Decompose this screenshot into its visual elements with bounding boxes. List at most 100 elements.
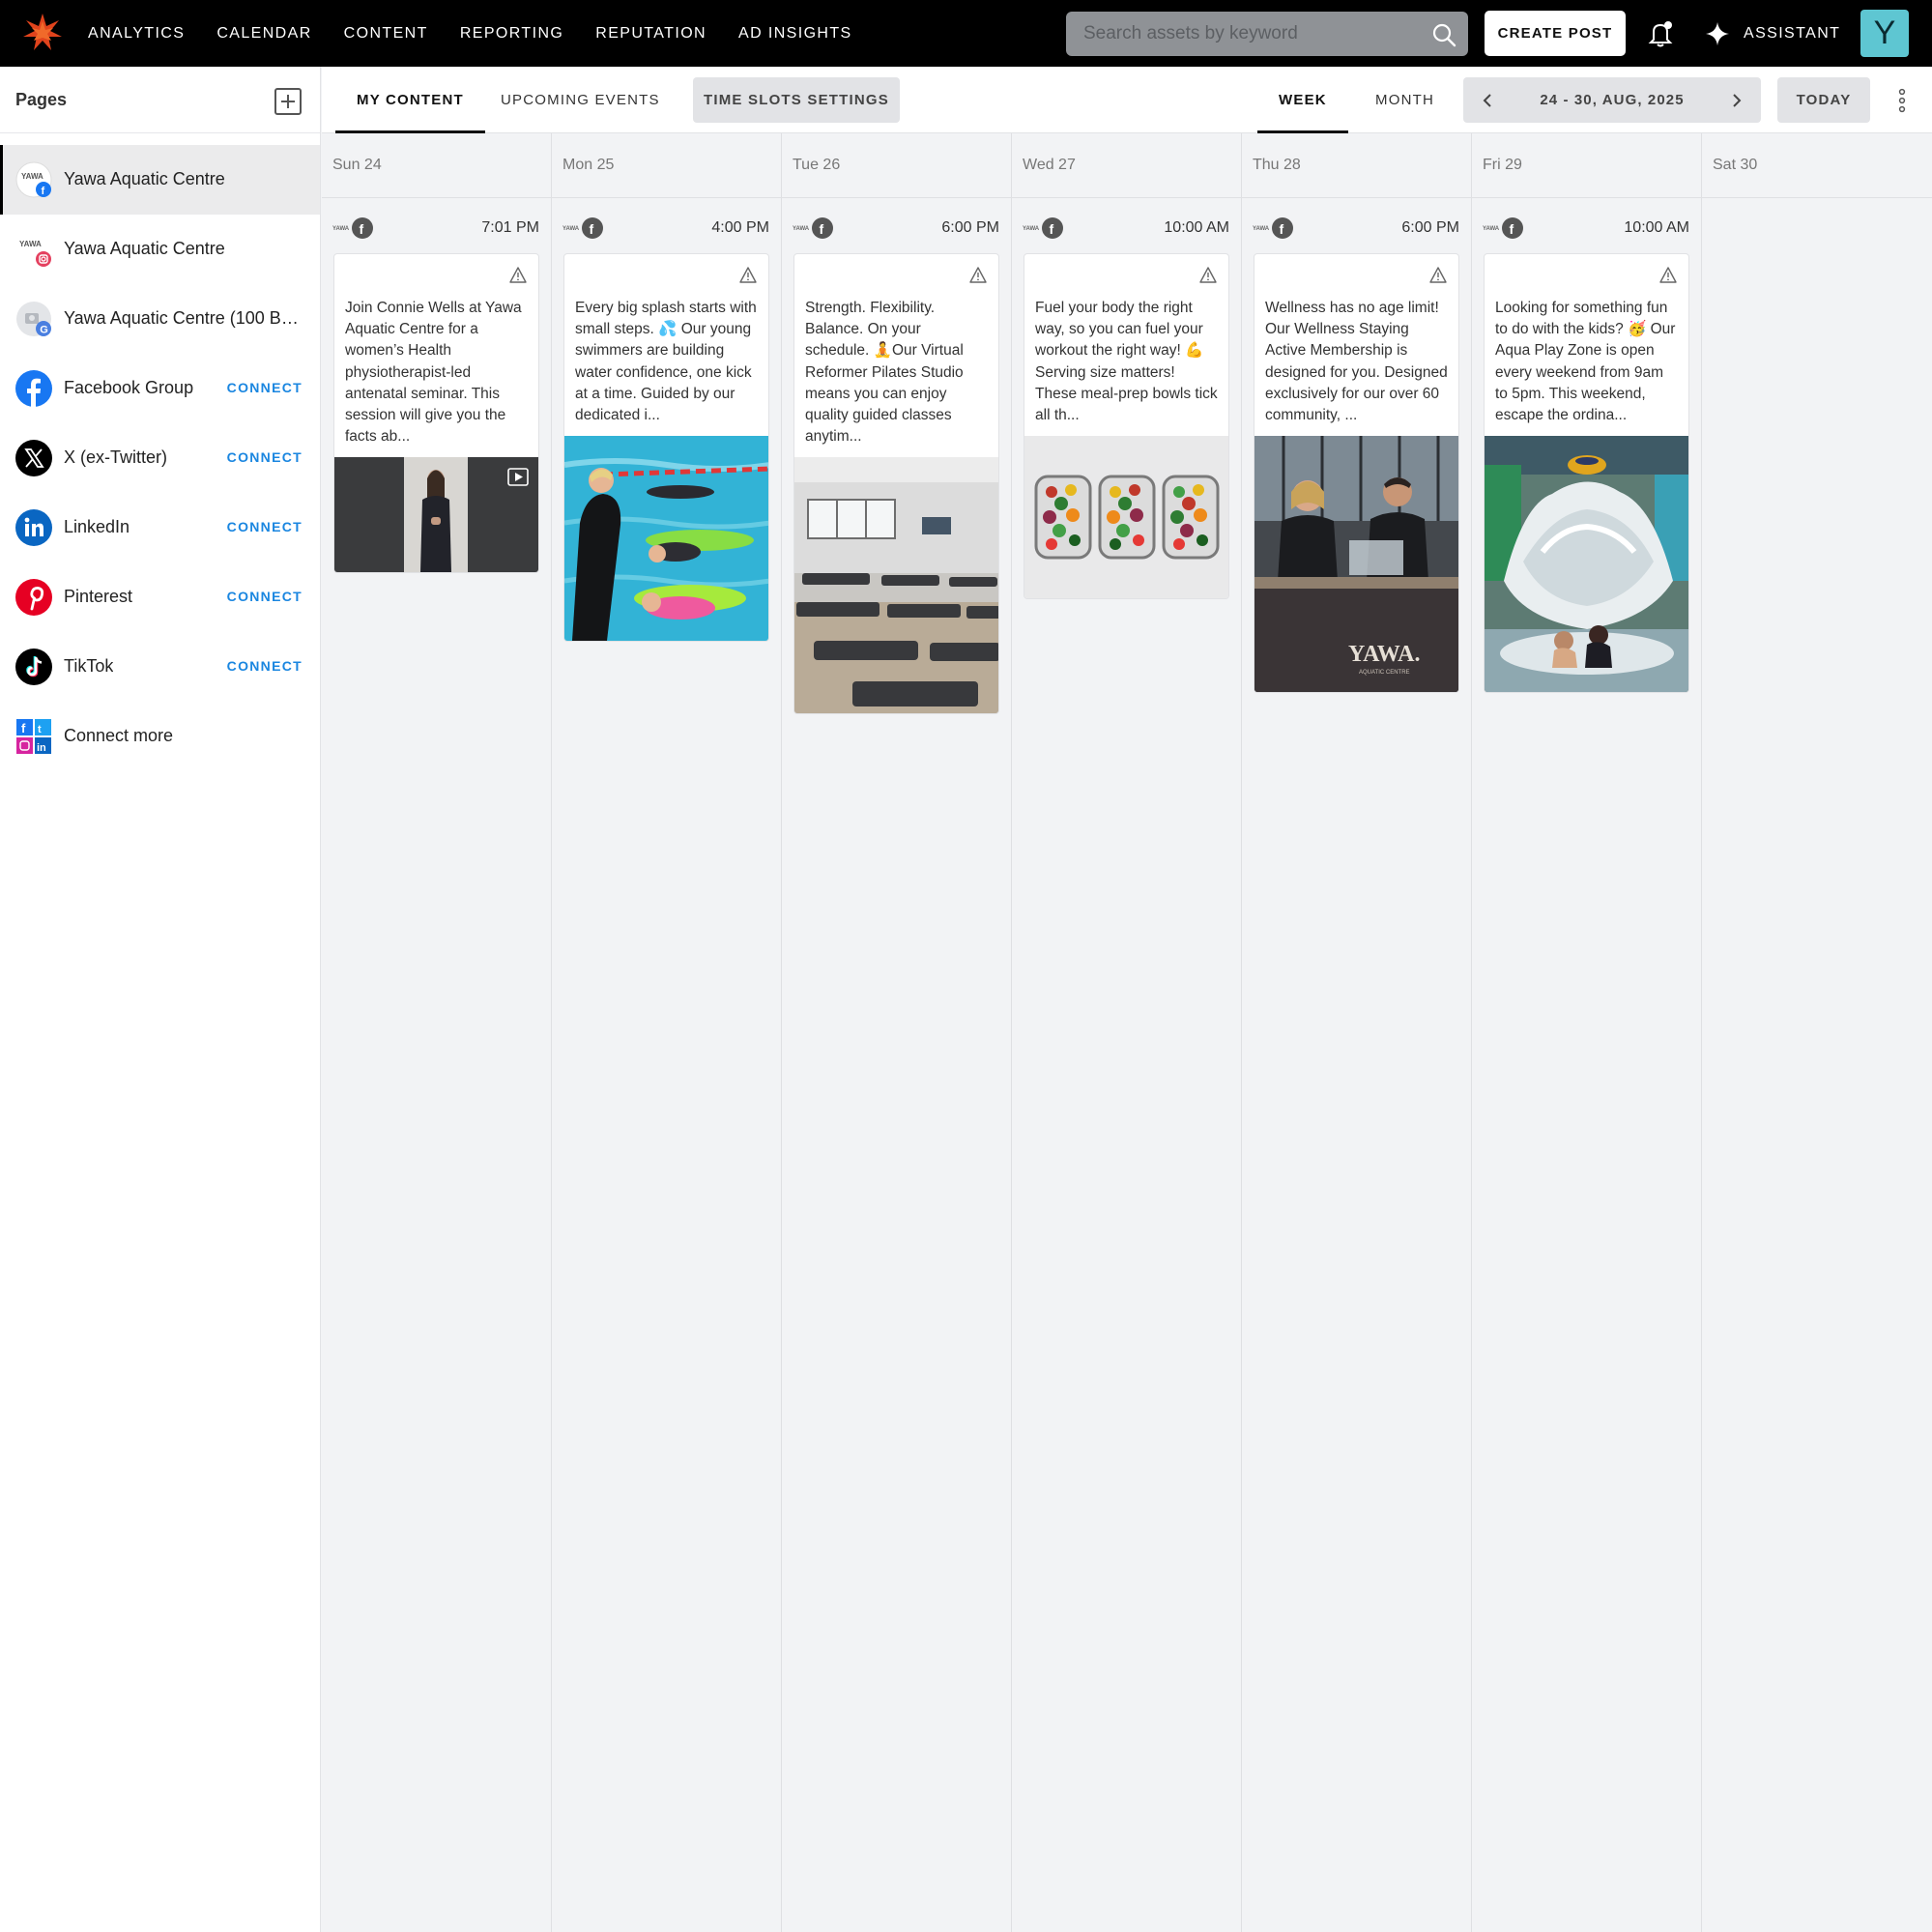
post-meta: YAWA f 7:01 PM xyxy=(332,217,539,239)
page-item-label: Pinterest xyxy=(64,587,133,606)
time-slots-settings-button[interactable]: TIME SLOTS SETTINGS xyxy=(693,77,900,123)
page-item-pinterest[interactable]: Pinterest CONNECT xyxy=(0,562,320,632)
post-image-meal-prep-bowls[interactable] xyxy=(1024,436,1229,599)
day-column-wed: Wed 27 YAWA f 10:00 AM Fuel your body th… xyxy=(1012,133,1242,1932)
svg-text:f: f xyxy=(590,221,594,237)
add-page-icon[interactable] xyxy=(274,88,302,115)
view-week-tab[interactable]: WEEK xyxy=(1257,67,1348,133)
day-label: Mon 25 xyxy=(552,133,781,198)
notification-bell-icon[interactable] xyxy=(1646,19,1675,48)
page-list: YAWA f Yawa Aquatic Centre YAWA Yawa Aqu… xyxy=(0,145,320,771)
day-label: Sun 24 xyxy=(322,133,551,198)
page-item-linkedin[interactable]: LinkedIn CONNECT xyxy=(0,493,320,562)
nav-reputation[interactable]: REPUTATION xyxy=(595,25,706,43)
page-item-x-twitter[interactable]: X (ex-Twitter) CONNECT xyxy=(0,423,320,493)
search-input[interactable] xyxy=(1066,12,1414,56)
svg-text:f: f xyxy=(21,721,26,735)
post-image-aqua-play-splash[interactable] xyxy=(1485,436,1689,693)
tab-label: UPCOMING EVENTS xyxy=(501,92,660,108)
assistant-label: ASSISTANT xyxy=(1744,25,1841,42)
post-card[interactable]: Every big splash starts with small steps… xyxy=(563,253,769,643)
connect-linkedin-button[interactable]: CONNECT xyxy=(227,519,303,534)
page-item-yawa-facebook[interactable]: YAWA f Yawa Aquatic Centre xyxy=(0,145,320,215)
svg-text:YAWA: YAWA xyxy=(1253,226,1270,232)
day-column-mon: Mon 25 YAWA f 4:00 PM Every big splash s… xyxy=(552,133,782,1932)
day-column-sun: Sun 24 YAWA f 7:01 PM Join Connie Wells … xyxy=(322,133,552,1932)
svg-text:G: G xyxy=(40,325,48,336)
connect-tiktok-button[interactable]: CONNECT xyxy=(227,658,303,674)
week-calendar: Sun 24 YAWA f 7:01 PM Join Connie Wells … xyxy=(322,133,1932,1932)
sidebar-title: Pages xyxy=(15,90,68,109)
warning-icon[interactable] xyxy=(509,267,527,283)
nav-calendar[interactable]: CALENDAR xyxy=(216,25,311,43)
post-card[interactable]: Wellness has no age limit! Our Wellness … xyxy=(1254,253,1459,694)
post-image-swimming-lesson[interactable] xyxy=(564,436,769,642)
tab-my-content[interactable]: MY CONTENT xyxy=(335,67,485,133)
page-item-label: Yawa Aquatic Centre xyxy=(64,169,225,188)
post-time: 10:00 AM xyxy=(1164,219,1229,236)
tab-label: WEEK xyxy=(1279,92,1327,108)
svg-text:f: f xyxy=(1510,221,1514,237)
nav-reporting[interactable]: REPORTING xyxy=(460,25,563,43)
chevron-right-icon[interactable] xyxy=(1726,91,1745,110)
nav-ad-insights[interactable]: AD INSIGHTS xyxy=(738,25,852,43)
warning-icon[interactable] xyxy=(739,267,757,283)
create-post-button[interactable]: CREATE POST xyxy=(1485,11,1626,56)
chevron-left-icon[interactable] xyxy=(1479,91,1498,110)
post-image-staff-at-desk[interactable]: YAWA. AQUATIC CENTRE xyxy=(1254,436,1459,693)
calendar-toolbar: MY CONTENT UPCOMING EVENTS TIME SLOTS SE… xyxy=(322,67,1932,133)
post-card[interactable]: Join Connie Wells at Yawa Aquatic Centre… xyxy=(333,253,539,574)
yawa-facebook-icon: YAWA f xyxy=(1023,217,1063,239)
day-column-fri: Fri 29 YAWA f 10:00 AM Looking for somet… xyxy=(1472,133,1702,1932)
yawa-facebook-icon: YAWA f xyxy=(793,217,833,239)
post-card[interactable]: Looking for something fun to do with the… xyxy=(1484,253,1689,694)
page-item-google-business[interactable]: G Yawa Aquatic Centre (100 Be... xyxy=(0,284,320,354)
page-item-label: Yawa Aquatic Centre (100 Be... xyxy=(64,308,301,328)
yawa-facebook-icon: YAWA f xyxy=(562,217,603,239)
svg-text:f: f xyxy=(42,186,45,197)
warning-icon[interactable] xyxy=(1659,267,1677,283)
page-item-label: Connect more xyxy=(64,726,174,745)
user-avatar[interactable]: Y xyxy=(1860,10,1909,57)
post-image-pilates-studio[interactable] xyxy=(794,457,999,714)
warning-icon[interactable] xyxy=(1429,267,1447,283)
post-card[interactable]: Strength. Flexibility. Balance. On your … xyxy=(793,253,999,715)
day-column-tue: Tue 26 YAWA f 6:00 PM Strength. Flexibil… xyxy=(782,133,1012,1932)
page-item-label: Facebook Group xyxy=(64,378,194,397)
warning-icon[interactable] xyxy=(969,267,987,283)
post-image-video-thumbnail[interactable] xyxy=(334,457,539,573)
linkedin-icon xyxy=(15,509,52,546)
view-month-tab[interactable]: MONTH xyxy=(1366,67,1444,133)
connect-x-twitter-button[interactable]: CONNECT xyxy=(227,449,303,465)
x-twitter-icon xyxy=(15,440,52,476)
warning-icon[interactable] xyxy=(1199,267,1217,283)
image-text-yawa: YAWA. xyxy=(1348,642,1420,667)
svg-text:f: f xyxy=(360,221,364,237)
page-item-tiktok[interactable]: TikTok CONNECT xyxy=(0,632,320,702)
post-card[interactable]: Fuel your body the right way, so you can… xyxy=(1024,253,1229,600)
svg-text:YAWA: YAWA xyxy=(1023,226,1040,232)
post-text: Join Connie Wells at Yawa Aquatic Centre… xyxy=(345,300,522,446)
page-item-facebook-group[interactable]: Facebook Group CONNECT xyxy=(0,354,320,423)
svg-text:YAWA: YAWA xyxy=(1483,226,1500,232)
tab-upcoming-events[interactable]: UPCOMING EVENTS xyxy=(501,67,660,133)
page-item-connect-more[interactable]: f t in Connect more xyxy=(0,702,320,771)
main-nav: ANALYTICS CALENDAR CONTENT REPORTING REP… xyxy=(75,0,872,67)
post-text: Every big splash starts with small steps… xyxy=(575,300,757,424)
day-column-sat: Sat 30 xyxy=(1702,133,1932,1932)
yawa-facebook-icon: YAWA f xyxy=(1483,217,1523,239)
day-label: Tue 26 xyxy=(782,133,1011,198)
day-label: Wed 27 xyxy=(1012,133,1241,198)
assistant-button[interactable]: ASSISTANT xyxy=(1705,17,1840,50)
search-icon[interactable] xyxy=(1431,22,1456,47)
post-time: 4:00 PM xyxy=(711,219,769,236)
page-item-yawa-instagram[interactable]: YAWA Yawa Aquatic Centre xyxy=(0,215,320,284)
app-logo-icon[interactable] xyxy=(21,12,64,54)
nav-content[interactable]: CONTENT xyxy=(344,25,428,43)
connect-facebook-group-button[interactable]: CONNECT xyxy=(227,380,303,395)
connect-pinterest-button[interactable]: CONNECT xyxy=(227,589,303,604)
nav-analytics[interactable]: ANALYTICS xyxy=(88,25,185,43)
more-options-icon[interactable] xyxy=(1896,88,1908,113)
today-button[interactable]: TODAY xyxy=(1777,77,1870,123)
post-meta: YAWA f 6:00 PM xyxy=(793,217,999,239)
